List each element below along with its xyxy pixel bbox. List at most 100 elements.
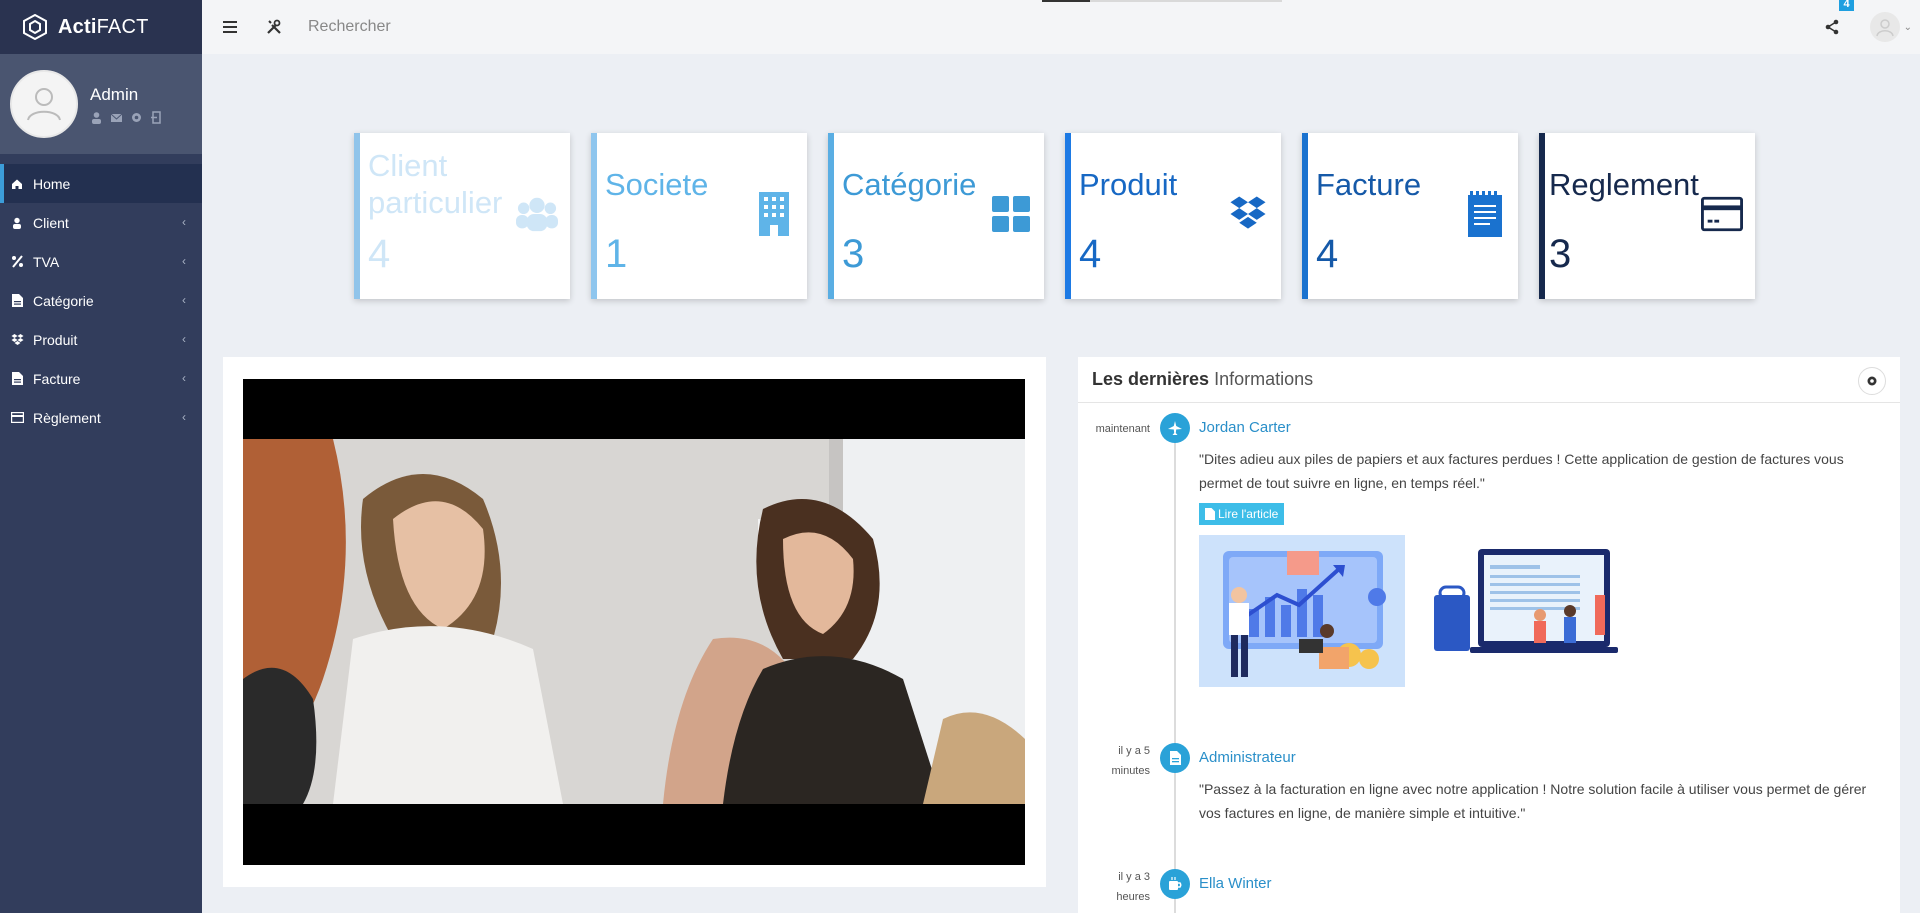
video-frame bbox=[243, 439, 1025, 804]
chevron-left-icon: ‹ bbox=[182, 371, 186, 385]
card-categorie[interactable]: Catégorie 3 bbox=[828, 133, 1044, 299]
sidebar-item-home[interactable]: Home bbox=[0, 164, 202, 203]
document-icon bbox=[1160, 743, 1190, 773]
percent-icon bbox=[10, 255, 24, 269]
sidebar-item-client[interactable]: Client ‹ bbox=[0, 203, 202, 242]
file-icon bbox=[10, 294, 24, 308]
share-button[interactable]: 4 bbox=[1822, 0, 1854, 37]
card-societe[interactable]: Societe 1 bbox=[591, 133, 807, 299]
topbar: 4 ⌄ bbox=[202, 0, 1920, 54]
timeline-author[interactable]: Jordan Carter bbox=[1199, 419, 1291, 436]
user-name: Admin bbox=[90, 84, 139, 104]
logo-icon bbox=[23, 14, 47, 40]
panel-title-bold: Les dernières bbox=[1092, 369, 1210, 389]
sidebar-nav: Home Client ‹ TVA ‹ Catégorie ‹ Produit … bbox=[0, 164, 202, 437]
hamburger-icon bbox=[223, 21, 237, 33]
sidebar-item-categorie[interactable]: Catégorie ‹ bbox=[0, 281, 202, 320]
sidebar-item-label: Home bbox=[33, 175, 71, 192]
settings-icon[interactable] bbox=[130, 111, 143, 124]
file-icon bbox=[10, 372, 24, 386]
document-icon bbox=[1464, 191, 1506, 237]
timeline-text: "Passez à la facturation en ligne avec n… bbox=[1199, 781, 1867, 821]
dropbox-icon bbox=[10, 333, 24, 347]
users-icon bbox=[516, 193, 558, 235]
user-silhouette-icon bbox=[1875, 19, 1894, 37]
sidebar-item-facture[interactable]: Facture ‹ bbox=[0, 359, 202, 398]
chevron-left-icon: ‹ bbox=[182, 293, 186, 307]
timeline-author[interactable]: Ella Winter bbox=[1199, 875, 1272, 892]
timeline-time: maintenant bbox=[1095, 423, 1150, 435]
gear-icon bbox=[1867, 376, 1877, 386]
search-input[interactable] bbox=[308, 18, 608, 36]
sidebar-item-label: Facture bbox=[33, 370, 81, 387]
notification-badge: 4 bbox=[1839, 0, 1854, 11]
card-value: 3 bbox=[842, 232, 865, 276]
chevron-down-icon[interactable]: ⌄ bbox=[1904, 22, 1912, 33]
profile-icon[interactable] bbox=[90, 111, 103, 124]
panel-title: Les dernières Informations bbox=[1078, 357, 1900, 403]
card-value: 3 bbox=[1549, 232, 1572, 276]
panel-title-rest: Informations bbox=[1214, 369, 1314, 389]
top-scroll-indicator bbox=[1042, 0, 1282, 2]
credit-card-icon bbox=[10, 411, 24, 425]
card-reglement[interactable]: Reglement 3 bbox=[1539, 133, 1755, 299]
dropbox-icon bbox=[1227, 193, 1269, 235]
user-avatar-button[interactable] bbox=[1869, 12, 1900, 42]
card-produit[interactable]: Produit 4 bbox=[1065, 133, 1281, 299]
home-icon bbox=[10, 177, 24, 191]
chevron-left-icon: ‹ bbox=[182, 332, 186, 346]
sidebar-item-reglement[interactable]: Règlement ‹ bbox=[0, 398, 202, 437]
timeline-text: "Dites adieu aux piles de papiers et aux… bbox=[1199, 451, 1844, 491]
logout-icon[interactable] bbox=[150, 110, 163, 124]
chevron-left-icon: ‹ bbox=[182, 410, 186, 424]
latest-info-panel: Les dernières Informations maintenant Jo… bbox=[1078, 357, 1900, 913]
card-facture[interactable]: Facture 4 bbox=[1302, 133, 1518, 299]
card-value: 1 bbox=[605, 232, 628, 276]
sidebar-item-label: Catégorie bbox=[33, 292, 94, 309]
timeline-line bbox=[1174, 417, 1176, 913]
sidebar: ActiFACT Admin Home Client ‹ TVA ‹ Catég… bbox=[0, 0, 202, 913]
user-panel: Admin bbox=[0, 54, 202, 154]
sidebar-item-label: TVA bbox=[33, 253, 60, 270]
sidebar-item-label: Client bbox=[33, 214, 69, 231]
illustration-dashboard bbox=[1430, 535, 1640, 687]
brand[interactable]: ActiFACT bbox=[0, 0, 202, 54]
timeline-time: il y a 5 minutes bbox=[1111, 745, 1150, 777]
video-player[interactable] bbox=[243, 379, 1025, 865]
sidebar-item-tva[interactable]: TVA ‹ bbox=[0, 242, 202, 281]
card-title: Client particulier bbox=[368, 148, 503, 220]
share-icon bbox=[1825, 19, 1838, 35]
sidebar-item-produit[interactable]: Produit ‹ bbox=[0, 320, 202, 359]
card-value: 4 bbox=[1079, 232, 1102, 276]
timeline-author[interactable]: Administrateur bbox=[1199, 749, 1296, 766]
chevron-left-icon: ‹ bbox=[182, 254, 186, 268]
brand-name: ActiFACT bbox=[58, 15, 149, 38]
building-icon bbox=[753, 192, 795, 236]
video-panel bbox=[223, 357, 1046, 887]
card-client-particulier[interactable]: Client particulier 4 bbox=[354, 133, 570, 299]
chevron-left-icon: ‹ bbox=[182, 215, 186, 229]
user-icon bbox=[10, 216, 24, 230]
user-silhouette-icon bbox=[27, 88, 61, 121]
avatar[interactable] bbox=[10, 70, 78, 138]
coffee-icon bbox=[1160, 869, 1190, 899]
read-article-button[interactable]: Lire l'article bbox=[1199, 503, 1285, 525]
file-icon bbox=[1205, 508, 1215, 520]
card-value: 4 bbox=[368, 232, 391, 276]
mail-icon[interactable] bbox=[110, 111, 123, 124]
read-article-label: Lire l'article bbox=[1218, 507, 1279, 521]
video-still-image bbox=[243, 439, 1025, 804]
menu-toggle-button[interactable] bbox=[220, 17, 240, 37]
panel-settings-button[interactable] bbox=[1858, 367, 1886, 395]
stats-cards: Client particulier 4 Societe 1 Catégorie… bbox=[354, 133, 1755, 299]
tools-icon bbox=[267, 19, 281, 34]
tools-button[interactable] bbox=[264, 17, 284, 37]
plane-icon bbox=[1160, 413, 1190, 443]
sidebar-item-label: Produit bbox=[33, 331, 78, 348]
illustration-analytics bbox=[1199, 535, 1405, 687]
sidebar-item-label: Règlement bbox=[33, 409, 101, 426]
credit-card-icon bbox=[1701, 193, 1743, 235]
card-value: 4 bbox=[1316, 232, 1339, 276]
timeline-time: il y a 3 heures bbox=[1116, 871, 1150, 903]
grid-icon bbox=[990, 193, 1032, 235]
